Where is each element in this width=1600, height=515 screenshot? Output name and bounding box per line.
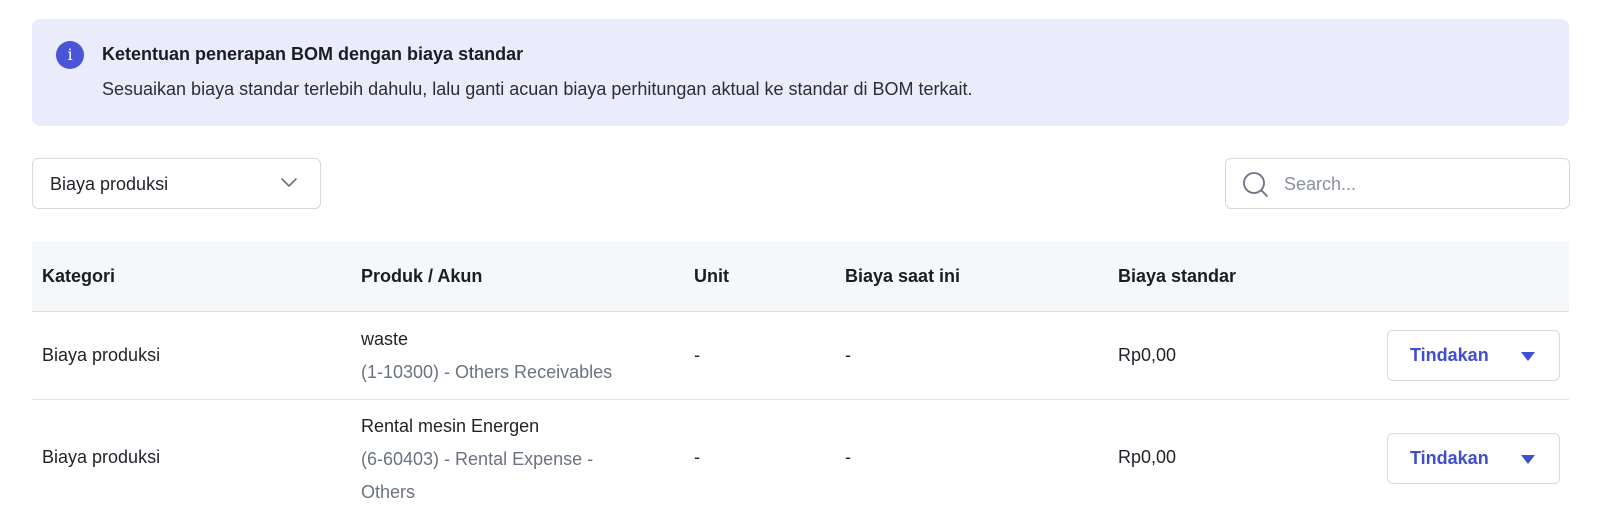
account-label: (1-10300) - Others Receivables <box>361 362 613 382</box>
table-header: Kategori Produk / Akun Unit Biaya saat i… <box>32 242 1569 312</box>
account-label: (6-60403) - Rental Expense - Others <box>361 449 594 502</box>
table-row: Biaya produksi Rental mesin Energen (6-6… <box>32 400 1569 515</box>
chevron-down-icon <box>281 178 297 187</box>
search-box[interactable] <box>1225 158 1570 209</box>
tindakan-button[interactable]: Tindakan <box>1387 433 1560 484</box>
biaya-saat-ini-cell: - <box>845 447 851 467</box>
search-input[interactable] <box>1284 169 1554 199</box>
caret-down-icon <box>1521 455 1535 464</box>
column-header-biaya-saat-ini: Biaya saat ini <box>845 266 961 286</box>
search-icon <box>1243 172 1268 197</box>
tindakan-button[interactable]: Tindakan <box>1387 330 1560 381</box>
category-select[interactable]: Biaya produksi <box>32 158 321 209</box>
banner-text: Sesuaikan biaya standar terlebih dahulu,… <box>102 79 973 99</box>
category-select-value: Biaya produksi <box>50 174 169 194</box>
column-header-unit: Unit <box>694 266 729 286</box>
column-header-produk-akun: Produk / Akun <box>361 266 483 286</box>
product-name: waste <box>361 329 409 349</box>
biaya-standar-cell: Rp0,00 <box>1118 345 1177 365</box>
info-banner: i Ketentuan penerapan BOM dengan biaya s… <box>32 19 1569 126</box>
biaya-standar-cell: Rp0,00 <box>1118 447 1177 467</box>
tindakan-button-label: Tindakan <box>1410 345 1489 365</box>
product-name: Rental mesin Energen <box>361 416 540 436</box>
tindakan-button-label: Tindakan <box>1410 448 1489 468</box>
unit-cell: - <box>694 345 700 365</box>
page: i Ketentuan penerapan BOM dengan biaya s… <box>0 0 1600 515</box>
banner-title: Ketentuan penerapan BOM dengan biaya sta… <box>102 44 524 64</box>
table-row: Biaya produksi waste (1-10300) - Others … <box>32 312 1569 400</box>
biaya-saat-ini-cell: - <box>845 345 851 365</box>
info-icon: i <box>56 41 84 69</box>
caret-down-icon <box>1521 352 1535 361</box>
column-header-kategori: Kategori <box>42 266 116 286</box>
kategori-cell: Biaya produksi <box>42 345 161 365</box>
produk-akun-cell: waste (1-10300) - Others Receivables <box>361 323 651 389</box>
produk-akun-cell: Rental mesin Energen (6-60403) - Rental … <box>361 410 651 509</box>
unit-cell: - <box>694 447 700 467</box>
kategori-cell: Biaya produksi <box>42 447 161 467</box>
column-header-biaya-standar: Biaya standar <box>1118 266 1237 286</box>
standard-cost-table: Kategori Produk / Akun Unit Biaya saat i… <box>32 242 1569 515</box>
